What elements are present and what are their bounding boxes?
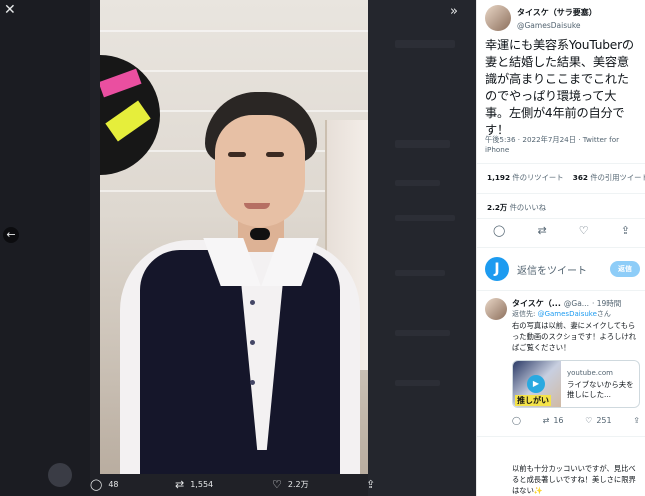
author-handle: @GamesDaisuke [517, 21, 581, 30]
divider [477, 218, 645, 219]
reply-icon: ◯ [90, 478, 103, 491]
background-ghost-text [395, 270, 445, 276]
vest-button [250, 380, 255, 385]
quotes-label: 件の引用ツイート [590, 173, 645, 182]
decoration-wreath [100, 55, 160, 175]
retweets-label: 件のリツイート [512, 173, 564, 182]
tweet-photo[interactable] [100, 0, 368, 474]
like-icon: ♡ [272, 478, 282, 491]
reply-to-prefix: 返信先: [512, 310, 536, 318]
wreath-yellow-stripe [105, 100, 151, 142]
arrow-left-icon[interactable]: ← [3, 227, 19, 243]
reply-action-row: ◯ ⇄ 16 ♡ 251 ⇪ [512, 416, 640, 425]
tweet-text: 幸運にも美容系YouTuberの妻と結婚した結果、美容意識が高まりここまでこれた… [485, 38, 634, 137]
tweet-stats: 1,192 件のリツイート 362 件の引用ツイート [487, 173, 645, 183]
viewer-like-button[interactable]: ♡ 2.2万 [272, 478, 309, 491]
background-ghost-text [395, 40, 455, 48]
likes-label: 件のいいね [509, 203, 547, 212]
reply-author-avatar[interactable] [485, 298, 507, 320]
reply-like-button[interactable]: ♡ 251 [585, 416, 611, 425]
headset-mic [250, 228, 270, 240]
quotes-count: 362 [572, 173, 589, 182]
reply-like-count: 251 [596, 416, 612, 425]
reply-time: · 19時間 [591, 299, 622, 308]
reply-author-info[interactable]: タイスケ（... @Ga... · 19時間 [512, 298, 644, 309]
likes-count: 2.2万 [487, 203, 508, 212]
viewer-retweet-count: 1,554 [190, 480, 214, 489]
background-sidebar [0, 0, 90, 496]
retweets-link[interactable]: 1,192 件のリツイート [487, 173, 564, 182]
tweet-timestamp[interactable]: 午後5:36 · 2022年7月24日 · Twitter for iPhone [485, 135, 640, 155]
divider [477, 247, 645, 248]
media-viewer-screen: ✕ » ← ◯ 48 ⇄ 1,554 ♡ 2.2万 ⇪ タイスケ（サラ要塞） @… [0, 0, 645, 496]
person-eye [266, 152, 284, 157]
background-ghost-text [395, 180, 440, 186]
author-info[interactable]: タイスケ（サラ要塞） @GamesDaisuke [517, 7, 597, 30]
card-thumbnail: ▶ 推しがい [513, 361, 561, 407]
card-domain: youtube.com [567, 369, 613, 377]
my-avatar: J [485, 257, 509, 281]
reply-to-handle[interactable]: @GamesDaisuke [538, 310, 597, 318]
double-chevron-right-icon[interactable]: » [450, 5, 458, 18]
viewer-reply-count: 48 [108, 480, 119, 489]
card-title: ライブないから夫を推しにした... [567, 380, 634, 399]
divider [477, 193, 645, 194]
reply-text: 右の写真は以前、妻にメイクしてもらった動画のスクショです！よろしければご覧くださ… [512, 321, 637, 352]
background-timeline [368, 0, 476, 496]
youtube-link-card[interactable]: ▶ 推しがい youtube.com ライブないから夫を推しにした... [512, 360, 640, 408]
tweet-action-row: ◯ ⇄ ♡ ⇪ [477, 224, 645, 237]
second-reply-text: 以前も十分カッコいいですが、見比べると成長著しいですね！美しさに限界はない✨ [512, 464, 636, 495]
viewer-like-count: 2.2万 [287, 480, 309, 489]
reply-author-handle: @Ga... [563, 299, 589, 308]
close-viewer-icon[interactable]: ✕ [4, 3, 16, 17]
reply-share-button[interactable]: ⇪ [633, 416, 640, 425]
share-icon: ⇪ [366, 478, 376, 491]
reply-retweet-button[interactable]: ⇄ 16 [543, 416, 564, 425]
likes-link[interactable]: 2.2万 件のいいね [487, 203, 546, 213]
reply-to-line: 返信先: @GamesDaisukeさん [512, 309, 611, 319]
vest-button [250, 340, 255, 345]
wreath-pink-stripe [100, 68, 142, 98]
viewer-reply-button[interactable]: ◯ 48 [90, 478, 119, 491]
like-icon[interactable]: ♡ [579, 224, 589, 237]
tweet-detail-panel: タイスケ（サラ要塞） @GamesDaisuke 幸運にも美容系YouTuber… [476, 0, 645, 496]
retweet-icon[interactable]: ⇄ [537, 224, 546, 237]
retweet-icon: ⇄ [542, 416, 550, 425]
background-ghost-text [395, 140, 450, 148]
share-icon[interactable]: ⇪ [621, 224, 630, 237]
reply-icon[interactable]: ◯ [493, 224, 505, 237]
background-ghost-text [395, 330, 450, 336]
background-ghost-text [395, 215, 455, 221]
vest-button [250, 300, 255, 305]
wall-tile-line [100, 30, 368, 32]
person-eye [228, 152, 246, 157]
reply-icon: ◯ [512, 416, 521, 425]
person-face [215, 115, 305, 227]
author-name: タイスケ（サラ要塞） [517, 8, 597, 17]
author-avatar[interactable] [485, 5, 511, 31]
divider [477, 436, 645, 437]
reply-reply-button[interactable]: ◯ [512, 416, 521, 425]
reply-retweet-count: 16 [553, 416, 564, 425]
divider [477, 163, 645, 164]
viewer-retweet-button[interactable]: ⇄ 1,554 [175, 478, 213, 491]
background-ghost-text [395, 380, 440, 386]
share-icon: ⇪ [633, 416, 640, 425]
play-icon: ▶ [527, 375, 545, 393]
quotes-link[interactable]: 362 件の引用ツイート [573, 173, 645, 182]
reply-to-suffix: さん [596, 310, 611, 318]
retweet-icon: ⇄ [175, 478, 185, 491]
reply-button[interactable]: 返信 [610, 261, 640, 277]
reply-author-name: タイスケ（... [512, 299, 561, 308]
card-thumbnail-text: 推しがい [515, 395, 551, 406]
like-icon: ♡ [585, 416, 593, 425]
divider [477, 290, 645, 291]
person-mouth [244, 203, 270, 209]
retweets-count: 1,192 [487, 173, 511, 182]
media-viewer: ✕ » ← ◯ 48 ⇄ 1,554 ♡ 2.2万 ⇪ [0, 0, 476, 496]
viewer-action-bar [0, 474, 476, 496]
reply-input[interactable]: 返信をツイート [517, 262, 587, 277]
viewer-share-button[interactable]: ⇪ [366, 478, 375, 491]
